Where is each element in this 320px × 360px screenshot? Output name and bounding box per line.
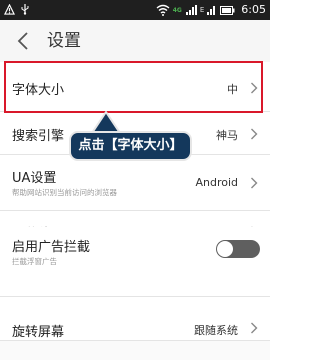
- annotation-callout: 点击【字体大小】: [69, 131, 192, 161]
- page-title: 设置: [47, 31, 81, 51]
- chevron-right-icon: [251, 128, 258, 140]
- usb-icon: [21, 4, 29, 15]
- settings-row-value: 神马: [216, 129, 238, 142]
- settings-row-label: 旋转屏幕: [12, 325, 65, 340]
- chevron-right-icon: [251, 322, 258, 334]
- network-type: 4G: [172, 6, 182, 14]
- clock: 6:05: [241, 3, 266, 16]
- chevron-right-icon: [251, 82, 258, 94]
- toggle-knob: [217, 241, 233, 257]
- ad-block-toggle[interactable]: [216, 240, 260, 258]
- settings-row-value: Android: [195, 176, 238, 189]
- title-bar: 设置: [0, 20, 270, 63]
- settings-row-value: 中: [227, 83, 238, 96]
- settings-row-label: 字体大小: [12, 83, 65, 98]
- status-bar: 4G E 6:05: [0, 0, 270, 20]
- settings-row-rotate-screen[interactable]: 旋转屏幕 跟随系统: [0, 297, 270, 341]
- settings-row-label: 启用广告拦截: [12, 240, 91, 255]
- settings-row-ua[interactable]: UA设置 帮助网站识别当前访问的浏览器 Android: [0, 155, 270, 211]
- bottom-strip: [0, 341, 270, 360]
- warning-icon: [4, 3, 15, 15]
- settings-row-font-size[interactable]: 字体大小 中: [0, 62, 270, 112]
- chevron-right-icon: [251, 177, 258, 189]
- network-edge: E: [199, 6, 205, 14]
- settings-row-subtitle: 拦截浮窗广告: [12, 257, 57, 266]
- signal-icon: [185, 5, 197, 15]
- settings-row-subtitle: 帮助网站识别当前访问的浏览器: [12, 188, 117, 197]
- signal-icon-2: [207, 6, 216, 15]
- battery-icon: [220, 5, 235, 15]
- back-icon[interactable]: [16, 31, 30, 51]
- settings-row-label: UA设置: [12, 171, 57, 186]
- wifi-icon: [156, 4, 170, 16]
- settings-row-label: 搜索引擎: [12, 129, 65, 144]
- settings-row-value: 跟随系统: [194, 324, 238, 337]
